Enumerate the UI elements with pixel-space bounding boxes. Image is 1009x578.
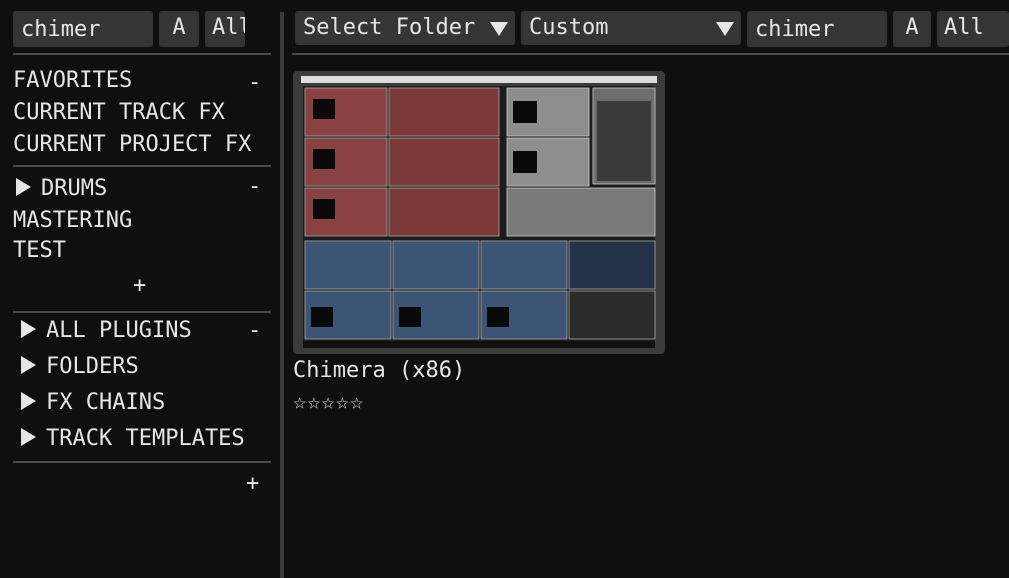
divider [13,165,271,167]
filter-select-dropdown[interactable]: Custom [521,11,741,45]
plugin-screenshot-icon [293,71,665,354]
panel-splitter[interactable] [280,12,284,578]
sidebar-item-label: TRACK TEMPLATES [46,426,245,451]
toolbar-a-button[interactable]: A [893,11,931,47]
sidebar-item-current-track-fx[interactable]: CURRENT TRACK FX [13,98,225,128]
sidebar-item-label: DRUMS [41,176,108,201]
sidebar-search-input[interactable] [13,11,153,47]
expand-arrow-icon[interactable] [16,178,31,196]
divider [13,311,271,313]
sidebar-item-label: ALL PLUGINS [46,318,192,343]
sidebar-item-test[interactable]: TEST [13,236,66,266]
sidebar-item-current-project-fx[interactable]: CURRENT PROJECT FX [13,130,251,160]
collapse-favorites-button[interactable]: - [248,68,261,98]
divider [292,53,1009,55]
expand-arrow-icon[interactable] [21,356,36,374]
plugin-search-input[interactable] [747,11,887,47]
chevron-down-icon [716,22,734,36]
chevron-down-icon [490,22,508,36]
plugin-name[interactable]: Chimera (x86) [293,356,465,386]
add-folder-button[interactable]: + [133,271,146,301]
folder-select-label: Select Folder [303,15,476,40]
sidebar-item-track-templates[interactable]: TRACK TEMPLATES [13,424,245,454]
folder-select-dropdown[interactable]: Select Folder [295,11,515,45]
divider [13,53,271,55]
sidebar-item-label: FX CHAINS [46,390,166,415]
star-rating[interactable]: ☆☆☆☆☆ [293,389,364,417]
sidebar-item-label: FOLDERS [46,354,139,379]
collapse-custom-button[interactable]: - [248,172,261,202]
sidebar-all-button[interactable]: All [205,11,245,47]
expand-arrow-icon[interactable] [21,392,36,410]
sidebar-item-drums[interactable]: DRUMS [13,174,107,204]
filter-select-label: Custom [529,15,609,40]
expand-arrow-icon[interactable] [21,320,36,338]
sidebar-a-button[interactable]: A [159,11,199,47]
expand-arrow-icon[interactable] [21,428,36,446]
add-item-button[interactable]: + [246,469,259,499]
sidebar-item-fx-chains[interactable]: FX CHAINS [13,388,165,418]
sidebar-item-mastering[interactable]: MASTERING [13,206,132,236]
sidebar-item-all-plugins[interactable]: ALL PLUGINS [13,316,192,346]
toolbar-all-button[interactable]: All [937,11,1009,47]
plugin-thumbnail[interactable] [293,71,665,354]
sidebar-item-favorites[interactable]: FAVORITES [13,66,132,96]
sidebar-item-folders[interactable]: FOLDERS [13,352,139,382]
collapse-browse-button[interactable]: - [248,316,261,346]
divider [13,461,271,463]
